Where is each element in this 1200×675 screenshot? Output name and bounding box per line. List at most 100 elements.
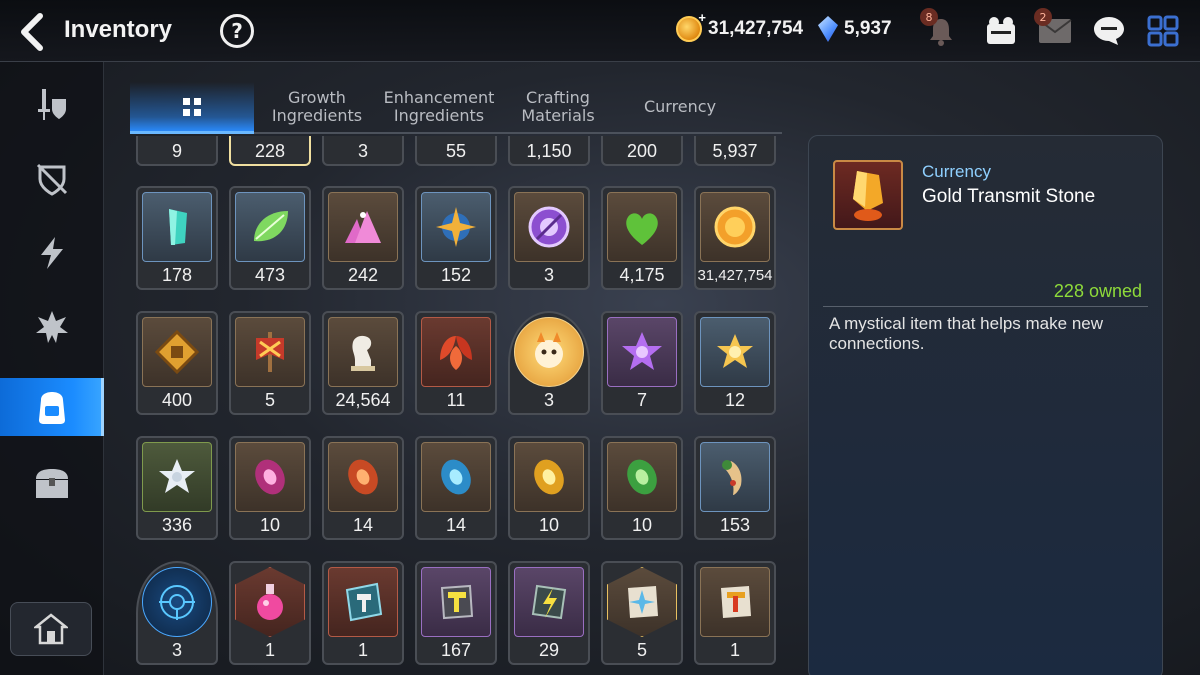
item-slot[interactable]: 1,150 (508, 136, 590, 166)
item-quantity: 200 (626, 141, 658, 161)
item-slot[interactable]: 9 (136, 136, 218, 166)
item-quantity: 1 (357, 640, 368, 660)
magenta-rune-icon (255, 459, 285, 495)
item-quantity: 5 (264, 390, 275, 410)
item-icon-frame (421, 442, 491, 512)
gem-currency[interactable]: 5,937 (818, 16, 892, 42)
storage-button[interactable] (10, 602, 92, 656)
item-slot[interactable]: 153 (694, 436, 776, 540)
red-hammer-stone-icon (721, 586, 751, 618)
item-slot[interactable]: 5 (601, 561, 683, 665)
item-quantity: 336 (161, 515, 193, 535)
item-slot[interactable]: 10 (229, 436, 311, 540)
item-slot[interactable]: 167 (415, 561, 497, 665)
star-medal-icon (436, 207, 476, 247)
top-bar: Inventory ? + 31,427,754 5,937 8 2 (0, 0, 1200, 62)
white-flower-icon (159, 459, 195, 493)
item-slot[interactable]: 242 (322, 186, 404, 290)
ice-rune-icon (441, 459, 471, 495)
item-slot[interactable]: 473 (229, 186, 311, 290)
item-icon-frame (235, 192, 305, 262)
item-slot[interactable]: 11 (415, 311, 497, 415)
item-slot[interactable]: 3 (508, 311, 590, 415)
red-leaves-icon (440, 336, 472, 370)
tab-enhancement-ingredients[interactable]: Enhancement Ingredients (380, 82, 498, 132)
help-button[interactable]: ? (220, 14, 254, 48)
gold-currency[interactable]: + 31,427,754 (676, 10, 803, 42)
item-quantity: 3 (171, 640, 182, 660)
item-slot[interactable]: 1 (694, 561, 776, 665)
sidebar-item-artifacts[interactable] (0, 150, 104, 208)
notifications-button[interactable]: 8 (920, 8, 962, 52)
item-quantity: 10 (538, 515, 560, 535)
item-slot[interactable]: 3 (322, 136, 404, 166)
gold-emblem-icon (155, 330, 199, 374)
item-icon-frame (142, 192, 212, 262)
sidebar-item-equipment[interactable] (0, 76, 104, 134)
tab-all[interactable] (130, 82, 254, 132)
chat-button[interactable] (1088, 10, 1130, 52)
war-banner-icon (256, 332, 284, 372)
item-slot[interactable]: 3 (136, 561, 218, 665)
pet-creature-icon (535, 332, 563, 368)
item-quantity: 10 (631, 515, 653, 535)
detail-item-name: Gold Transmit Stone (922, 186, 1096, 207)
tab-currency[interactable]: Currency (618, 82, 742, 132)
item-quantity: 4,175 (619, 265, 665, 285)
item-slot[interactable]: 31,427,754 (694, 186, 776, 290)
sidebar-item-materials[interactable] (0, 378, 104, 436)
item-slot[interactable]: 12 (694, 311, 776, 415)
item-slot[interactable]: 336 (136, 436, 218, 540)
item-quantity: 14 (352, 515, 374, 535)
item-slot[interactable]: 152 (415, 186, 497, 290)
item-slot[interactable]: 7 (601, 311, 683, 415)
item-icon-frame (607, 317, 677, 387)
item-slot[interactable]: 178 (136, 186, 218, 290)
leaf-icon (254, 211, 288, 242)
item-quantity: 153 (719, 515, 751, 535)
item-slot[interactable]: 55 (415, 136, 497, 166)
purple-flower-icon (622, 332, 662, 370)
item-slot[interactable]: 10 (601, 436, 683, 540)
item-quantity: 10 (259, 515, 281, 535)
item-detail-panel: Currency Gold Transmit Stone 228 owned A… (808, 135, 1163, 675)
sword-shield-icon (38, 89, 66, 120)
item-slot[interactable]: 14 (415, 436, 497, 540)
item-slot[interactable]: 10 (508, 436, 590, 540)
grid-icon (183, 98, 201, 116)
gold-coin-icon (714, 206, 756, 248)
detail-category: Currency (922, 162, 991, 181)
item-slot[interactable]: 1 (229, 561, 311, 665)
item-slot[interactable]: 5 (229, 311, 311, 415)
item-slot[interactable]: 200 (601, 136, 683, 166)
item-slot[interactable]: 14 (322, 436, 404, 540)
item-quantity: 1 (264, 640, 275, 660)
tab-active-indicator (130, 131, 254, 134)
item-slot[interactable]: 400 (136, 311, 218, 415)
sidebar-item-chest[interactable] (0, 454, 104, 512)
sidebar-item-skills[interactable] (0, 224, 104, 282)
item-icon-frame (607, 192, 677, 262)
item-slot[interactable]: 5,937 (694, 136, 776, 166)
detail-description: A mystical item that helps make new conn… (829, 314, 1104, 353)
item-slot[interactable]: 1 (322, 561, 404, 665)
team-button[interactable] (980, 10, 1022, 52)
menu-button[interactable] (1142, 10, 1184, 52)
hammer-stone-icon (345, 582, 383, 622)
item-slot[interactable]: 3 (508, 186, 590, 290)
house-shield-icon (34, 613, 68, 645)
item-slot[interactable]: 4,175 (601, 186, 683, 290)
light-rune-icon (534, 459, 564, 495)
item-icon-frame (514, 317, 584, 387)
item-slot-selected[interactable]: 228 (229, 136, 311, 166)
mail-button[interactable]: 2 (1034, 8, 1076, 52)
item-quantity: 473 (254, 265, 286, 285)
tab-growth-ingredients[interactable]: Growth Ingredients (258, 82, 376, 132)
sidebar-item-runes[interactable] (0, 298, 104, 356)
item-quantity: 152 (440, 265, 472, 285)
item-slot[interactable]: 29 (508, 561, 590, 665)
item-icon-frame (328, 317, 398, 387)
back-button[interactable] (14, 12, 54, 52)
tab-crafting-materials[interactable]: Crafting Materials (502, 82, 614, 132)
item-slot[interactable]: 24,564 (322, 311, 404, 415)
